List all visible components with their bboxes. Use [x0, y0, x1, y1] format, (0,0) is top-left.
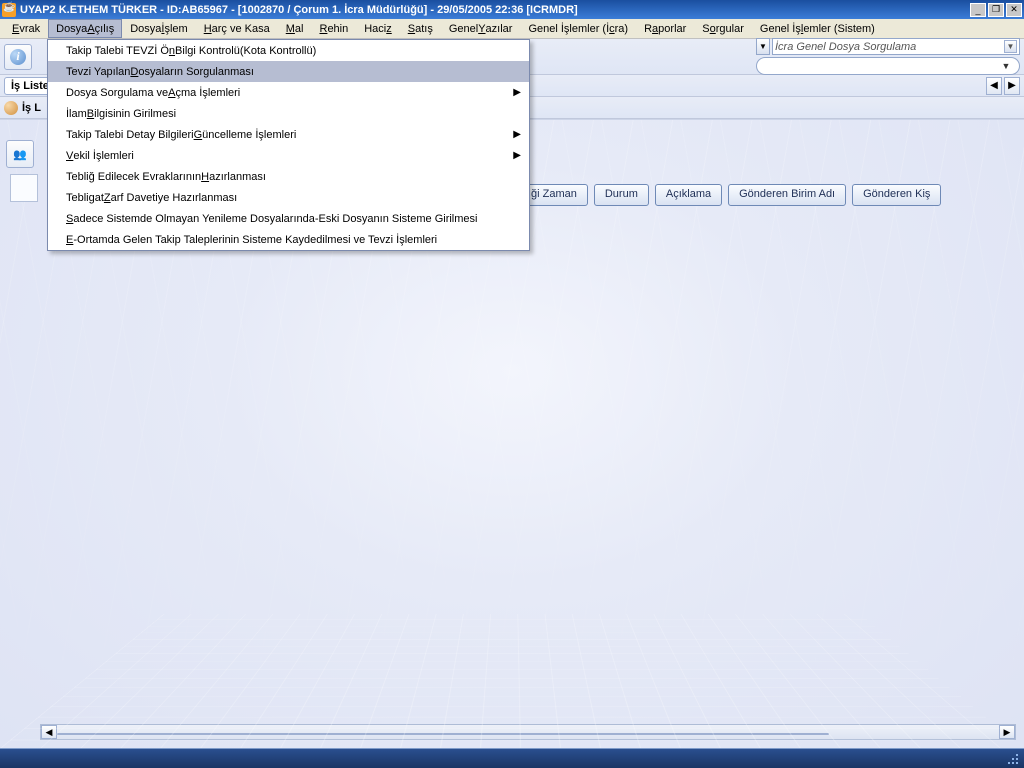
menu-dropdown-item[interactable]: E-Ortamda Gelen Takip Taleplerinin Siste…: [48, 229, 529, 250]
combo-small-dropdown-left[interactable]: ▼: [756, 38, 770, 55]
menu-dropdown-item[interactable]: Vekil İşlemleri▶: [48, 145, 529, 166]
column-header[interactable]: Gönderen Birim Adı: [728, 184, 846, 206]
info-icon: i: [10, 49, 26, 65]
scroll-right-button[interactable]: ▶: [999, 725, 1015, 739]
menu-item[interactable]: Evrak: [4, 19, 48, 38]
menu-item[interactable]: Harç ve Kasa: [196, 19, 278, 38]
window-title: UYAP2 K.ETHEM TÜRKER - ID:AB65967 - [100…: [20, 4, 968, 16]
menu-dropdown-item[interactable]: Tebliğ Edilecek Evraklarının Hazırlanmas…: [48, 166, 529, 187]
inner-tab-label: İş L: [22, 102, 41, 114]
tab-nav-right[interactable]: ▶: [1004, 77, 1020, 95]
menu-dropdown-item[interactable]: Sadece Sistemde Olmayan Yenileme Dosyala…: [48, 208, 529, 229]
scroll-thumb[interactable]: [57, 733, 829, 735]
scroll-left-button[interactable]: ◀: [41, 725, 57, 739]
menu-dropdown-item[interactable]: Dosya Sorgulama ve Açma İşlemleri▶: [48, 82, 529, 103]
blank-panel: [10, 174, 38, 202]
resize-grip-icon[interactable]: [1006, 752, 1018, 764]
horizontal-scrollbar[interactable]: ◀ ▶: [40, 724, 1016, 740]
submenu-arrow-icon: ▶: [513, 87, 521, 98]
menu-item[interactable]: Haciz: [356, 19, 400, 38]
submenu-arrow-icon: ▶: [513, 129, 521, 140]
dosya-acilis-menu: Takip Talebi TEVZİ ÖnBilgi Kontrolü(Kota…: [47, 39, 530, 251]
menu-dropdown-item[interactable]: Takip Talebi Detay Bilgileri Güncelleme …: [48, 124, 529, 145]
maximize-button[interactable]: ❐: [988, 3, 1004, 17]
menu-item[interactable]: Satış: [400, 19, 441, 38]
submenu-arrow-icon: ▶: [513, 150, 521, 161]
chevron-down-icon: ▼: [1004, 40, 1017, 53]
menu-item[interactable]: Genel İşlemler (Sistem): [752, 19, 883, 38]
menu-item[interactable]: Genel İşlemler (İcra): [520, 19, 636, 38]
menu-dropdown-item[interactable]: İlam Bilgisinin Girilmesi: [48, 103, 529, 124]
left-icon-stack: 👥: [6, 140, 38, 202]
menu-item[interactable]: Sorgular: [694, 19, 752, 38]
menu-dropdown-item[interactable]: Takip Talebi TEVZİ ÖnBilgi Kontrolü(Kota…: [48, 40, 529, 61]
search-type-label: İcra Genel Dosya Sorgulama: [775, 41, 916, 53]
people-icon: 👥: [13, 148, 27, 161]
column-header[interactable]: Açıklama: [655, 184, 722, 206]
info-button[interactable]: i: [4, 44, 32, 70]
menu-item[interactable]: Mal: [278, 19, 312, 38]
column-header[interactable]: Gönderen Kiş: [852, 184, 941, 206]
menu-dropdown-item[interactable]: Tevzi Yapılan Dosyaların Sorgulanması: [48, 61, 529, 82]
window-titlebar: UYAP2 K.ETHEM TÜRKER - ID:AB65967 - [100…: [0, 0, 1024, 19]
search-combo[interactable]: ▼: [756, 57, 1020, 75]
menu-item[interactable]: Dosya Açılış: [48, 19, 122, 38]
java-icon: [2, 3, 16, 17]
tab-nav-left[interactable]: ◀: [986, 77, 1002, 95]
menu-item[interactable]: Genel Yazılar: [441, 19, 521, 38]
status-bar: [0, 748, 1024, 768]
group-icon-button[interactable]: 👥: [6, 140, 34, 168]
column-header[interactable]: Durum: [594, 184, 649, 206]
menu-item[interactable]: Rehin: [311, 19, 356, 38]
search-type-combo[interactable]: İcra Genel Dosya Sorgulama ▼: [772, 38, 1020, 55]
person-icon: [4, 101, 18, 115]
chevron-down-icon: ▼: [999, 59, 1013, 73]
menu-item[interactable]: Raporlar: [636, 19, 694, 38]
close-button[interactable]: ✕: [1006, 3, 1022, 17]
table-column-headers: ği Zaman Durum Açıklama Gönderen Birim Adı G…: [520, 184, 1020, 206]
menu-bar: EvrakDosya AçılışDosya İşlemHarç ve Kasa…: [0, 19, 1024, 39]
menu-dropdown-item[interactable]: Tebligat Zarf Davetiye Hazırlanması: [48, 187, 529, 208]
minimize-button[interactable]: _: [970, 3, 986, 17]
menu-item[interactable]: Dosya İşlem: [122, 19, 195, 38]
column-header[interactable]: ği Zaman: [520, 184, 588, 206]
